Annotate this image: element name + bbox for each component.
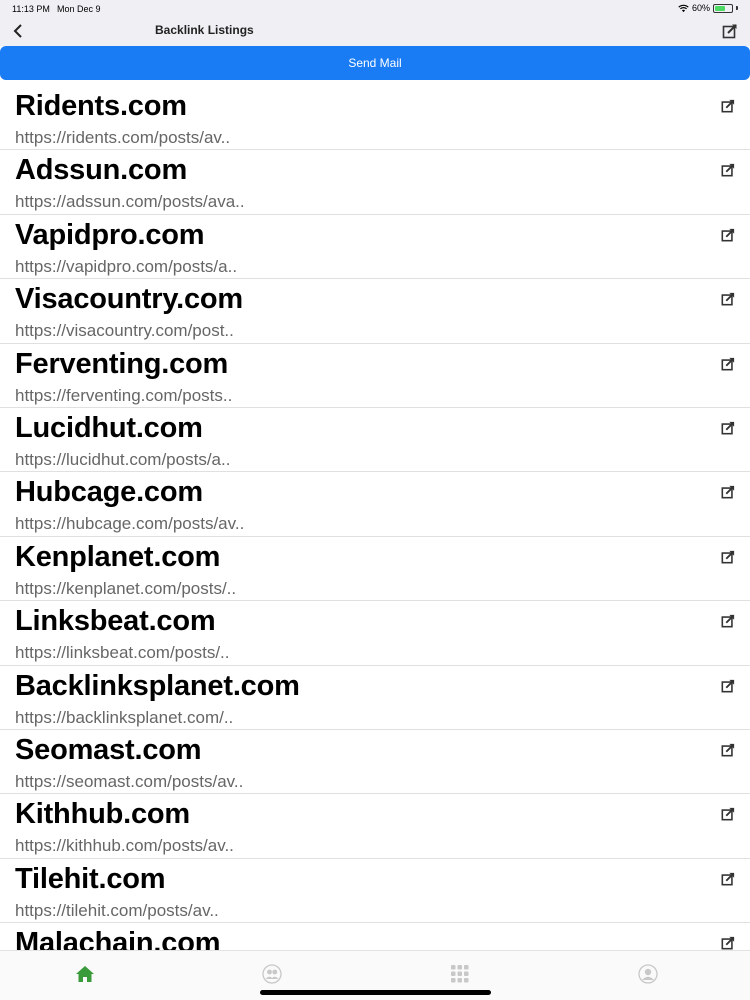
listing-title: Vapidpro.com: [15, 218, 205, 251]
external-link-icon[interactable]: [720, 484, 736, 500]
list-item[interactable]: Backlinksplanet.com https://backlinksplan…: [0, 666, 750, 730]
listing-url: https://visacountry.com/post..: [15, 321, 234, 341]
status-time: 11:13 PM: [12, 4, 50, 14]
list-item[interactable]: Lucidhut.com https://lucidhut.com/posts/a…: [0, 408, 750, 473]
external-link-icon[interactable]: [720, 613, 736, 629]
list-item[interactable]: Seomast.com https://seomast.com/posts/av.…: [0, 730, 750, 795]
listing-title: Linksbeat.com: [15, 605, 216, 638]
external-link-icon[interactable]: [720, 549, 736, 565]
wifi-icon: [678, 4, 689, 12]
list-item[interactable]: Malachain.com: [0, 923, 750, 950]
listing-url: https://hubcage.com/posts/av..: [15, 514, 245, 534]
tab-profile[interactable]: [637, 963, 659, 985]
list-item[interactable]: Hubcage.com https://hubcage.com/posts/av.…: [0, 472, 750, 537]
external-link-icon[interactable]: [720, 871, 736, 887]
external-link-icon[interactable]: [720, 162, 736, 178]
backlink-list: Ridents.com https://ridents.com/posts/av.…: [0, 86, 750, 950]
battery-icon: [713, 3, 733, 13]
listing-title: Seomast.com: [15, 733, 202, 766]
listing-title: Kenplanet.com: [15, 540, 221, 573]
external-link-icon[interactable]: [720, 356, 736, 372]
listing-title: Backlinksplanet.com: [15, 669, 300, 702]
listing-url: https://kithhub.com/posts/av..: [15, 836, 234, 856]
listing-title: Ridents.com: [15, 90, 187, 122]
listing-title: Hubcage.com: [15, 476, 203, 509]
listing-url: https://vapidpro.com/posts/a..: [15, 256, 238, 276]
list-item[interactable]: Ridents.com https://ridents.com/posts/av.…: [0, 86, 750, 151]
list-item[interactable]: Kithhub.com https://kithhub.com/posts/av.…: [0, 794, 750, 859]
compose-button[interactable]: [720, 21, 740, 41]
tab-users[interactable]: [261, 963, 283, 985]
list-item[interactable]: Vapidpro.com https://vapidpro.com/posts/a…: [0, 215, 750, 280]
listing-url: https://ferventing.com/posts..: [15, 385, 233, 405]
status-date: Mon Dec 9: [57, 4, 101, 14]
listing-title: Adssun.com: [15, 154, 188, 187]
listing-url: https://tilehit.com/posts/av..: [15, 900, 219, 920]
external-link-icon[interactable]: [720, 420, 736, 436]
tab-grid[interactable]: [449, 963, 471, 985]
external-link-icon[interactable]: [720, 227, 736, 243]
home-indicator: [260, 990, 491, 995]
home-icon: [75, 965, 95, 983]
list-item[interactable]: Tilehit.com https://tilehit.com/posts/av.…: [0, 859, 750, 924]
external-link-icon[interactable]: [720, 98, 736, 114]
list-item[interactable]: Visacountry.com https://visacountry.com/p…: [0, 279, 750, 344]
listing-title: Kithhub.com: [15, 798, 191, 831]
external-link-icon[interactable]: [720, 742, 736, 758]
listing-title: Ferventing.com: [15, 347, 229, 380]
listing-url: https://seomast.com/posts/av..: [15, 771, 244, 791]
listing-url: https://adssun.com/posts/ava..: [15, 192, 245, 212]
listing-url: https://lucidhut.com/posts/a..: [15, 449, 231, 469]
profile-icon: [638, 964, 658, 984]
list-item[interactable]: Adssun.com https://adssun.com/posts/ava..: [0, 150, 750, 215]
tab-home[interactable]: [74, 963, 96, 985]
listing-title: Visacountry.com: [15, 283, 244, 316]
list-item[interactable]: Kenplanet.com https://kenplanet.com/posts…: [0, 537, 750, 602]
navigation-bar: Backlink Listings: [0, 18, 750, 46]
listing-url: https://linksbeat.com/posts/..: [15, 643, 230, 663]
users-icon: [262, 964, 282, 984]
battery-cap: [736, 6, 738, 10]
send-mail-button[interactable]: Send Mail: [0, 46, 750, 80]
listing-url: https://ridents.com/posts/av..: [15, 128, 231, 147]
listing-url: https://backlinksplanet.com/..: [15, 707, 234, 727]
page-title: Backlink Listings: [155, 23, 254, 37]
listing-url: https://kenplanet.com/posts/..: [15, 578, 237, 598]
list-item[interactable]: Linksbeat.com https://linksbeat.com/posts…: [0, 601, 750, 666]
listing-title: Lucidhut.com: [15, 411, 203, 444]
compose-icon: [722, 24, 737, 39]
status-bar: 11:13 PM Mon Dec 9 60%: [0, 0, 750, 18]
listing-title: Tilehit.com: [15, 862, 166, 895]
external-link-icon[interactable]: [720, 935, 736, 950]
battery-percentage: 60%: [691, 3, 710, 13]
back-button[interactable]: [8, 20, 28, 42]
listing-title: Malachain.com: [15, 927, 221, 950]
external-link-icon[interactable]: [720, 806, 736, 822]
list-item[interactable]: Ferventing.com https://ferventing.com/pos…: [0, 344, 750, 408]
grid-icon: [451, 965, 469, 983]
external-link-icon[interactable]: [720, 291, 736, 307]
chevron-left-icon: [13, 24, 22, 38]
external-link-icon[interactable]: [720, 678, 736, 694]
status-indicators: 60%: [678, 3, 738, 13]
